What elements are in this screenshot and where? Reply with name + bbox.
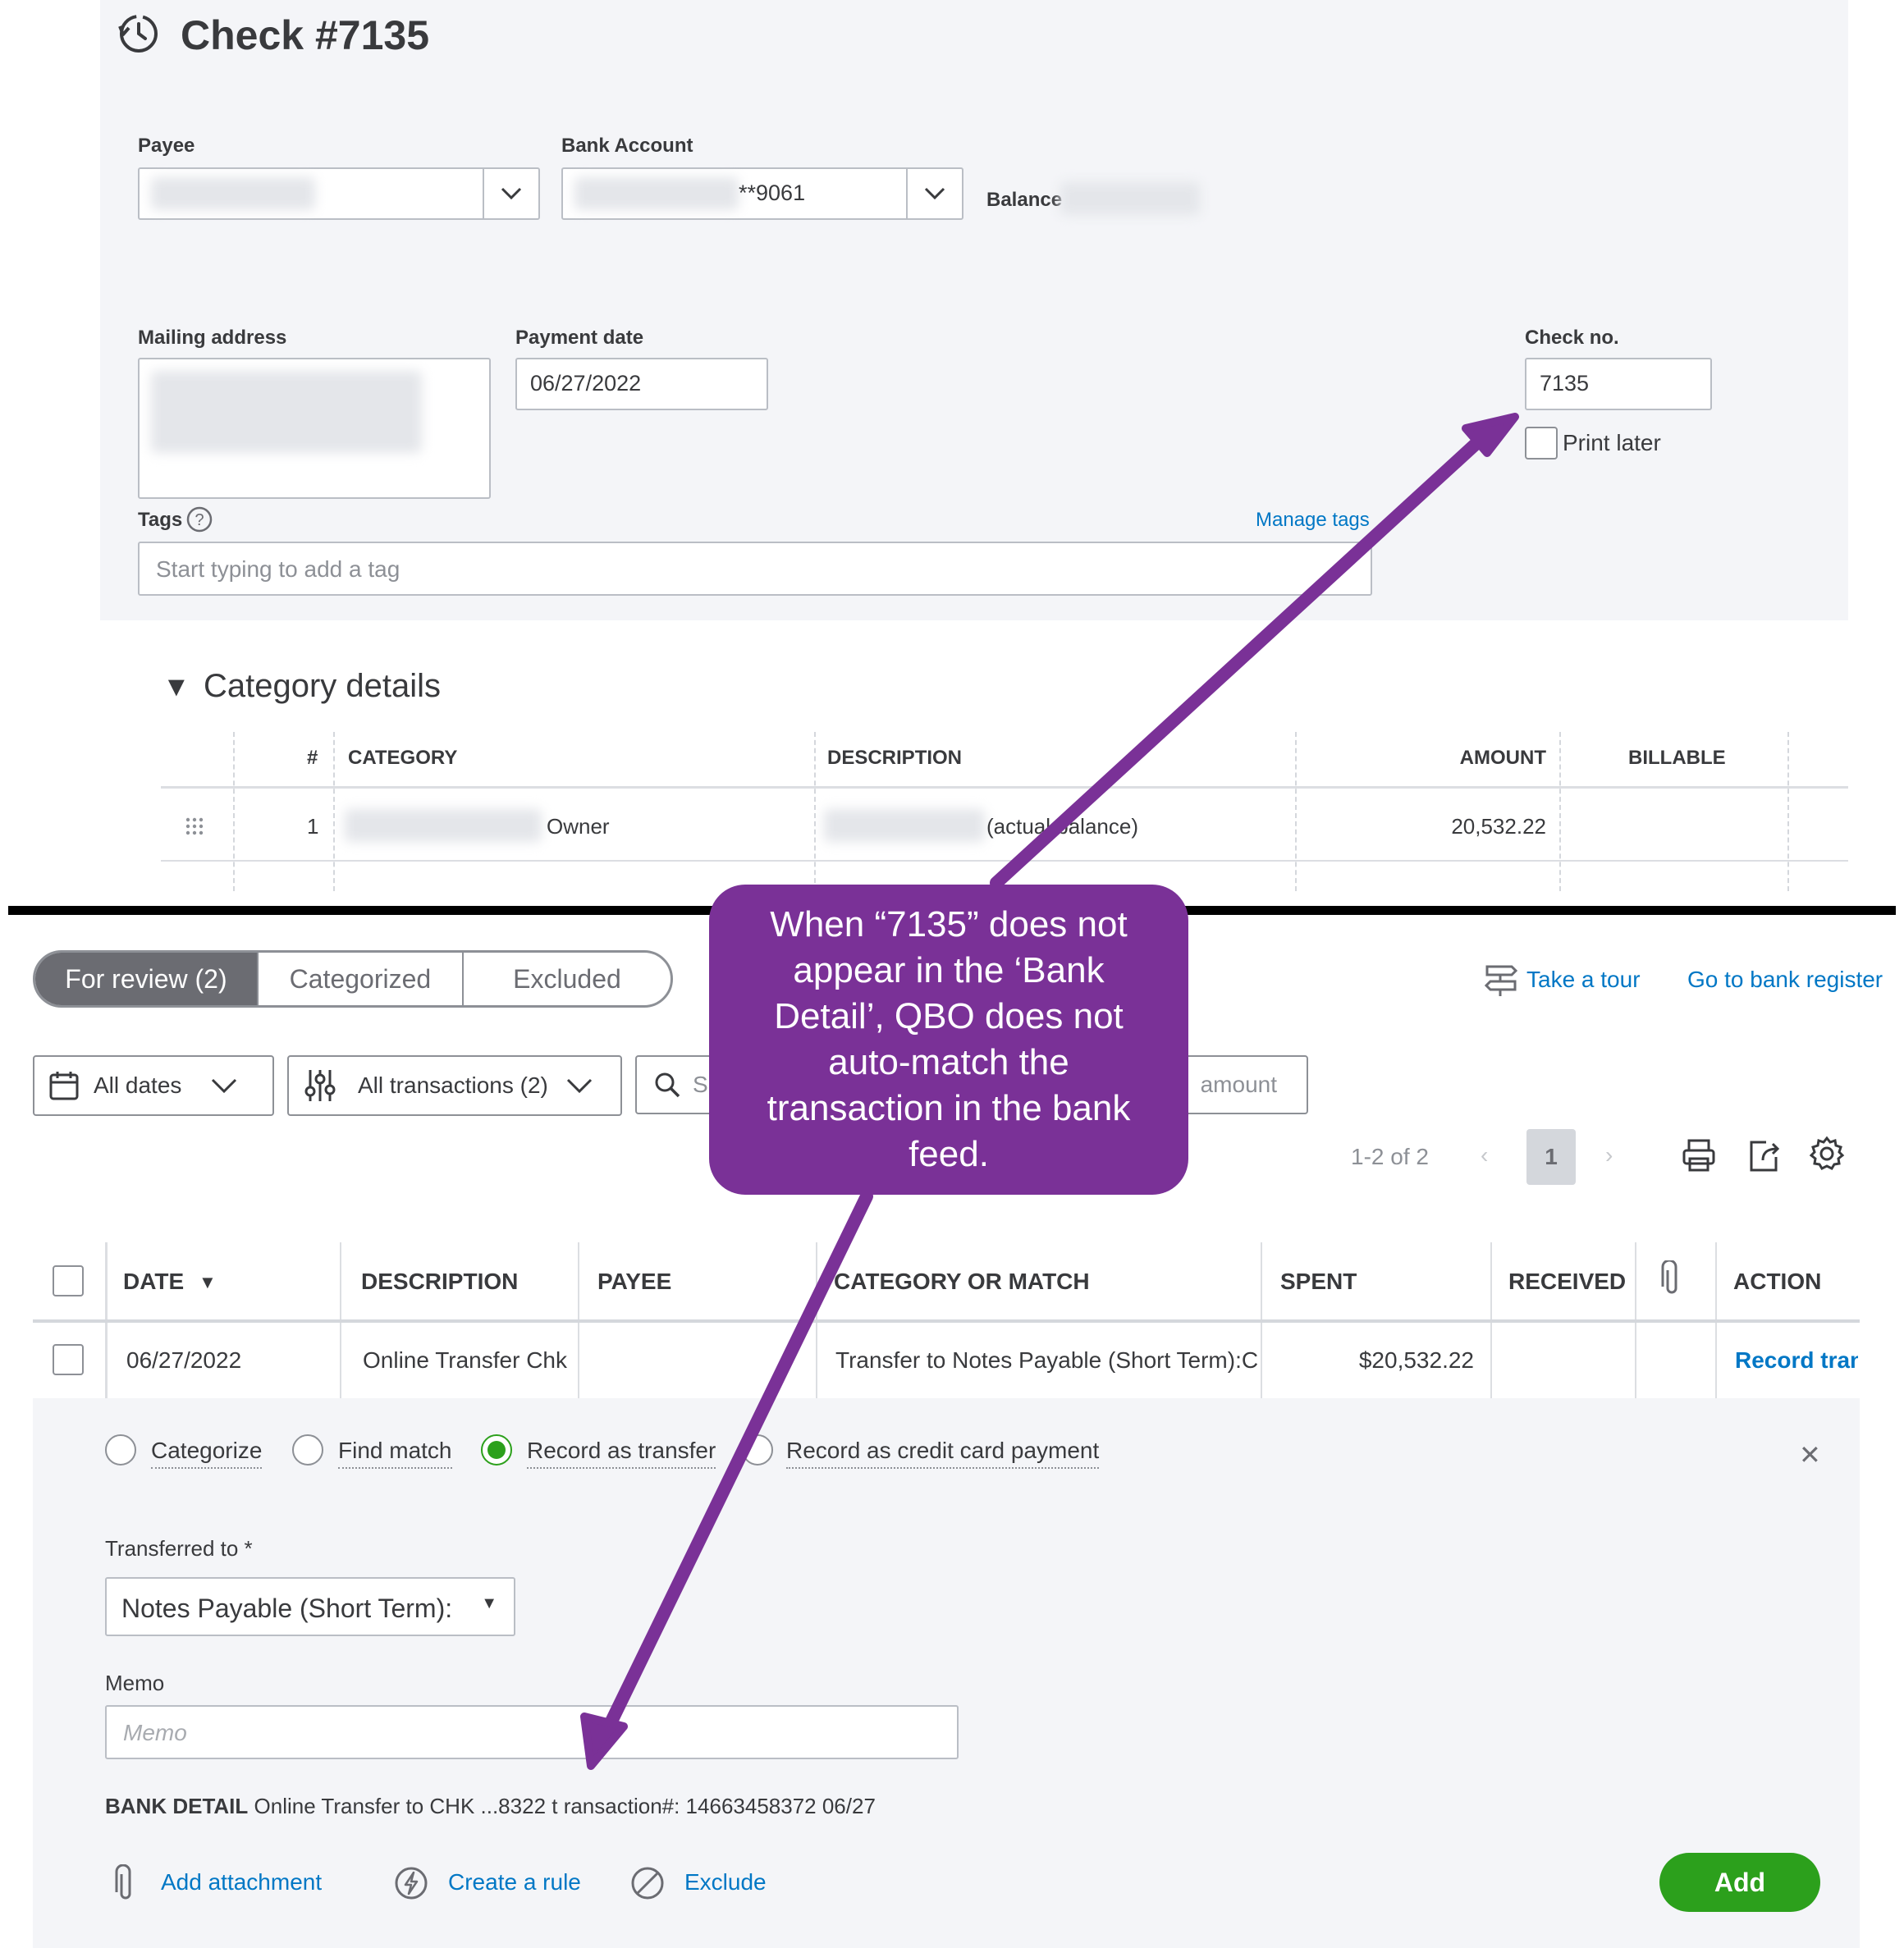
arrow-to-bank-detail bbox=[602, 1190, 873, 1733]
arrowhead-bank-detail bbox=[580, 1713, 628, 1770]
annotation-callout: When “7135” does not appear in the ‘Bank… bbox=[709, 885, 1188, 1195]
arrow-to-check-no bbox=[990, 430, 1490, 889]
